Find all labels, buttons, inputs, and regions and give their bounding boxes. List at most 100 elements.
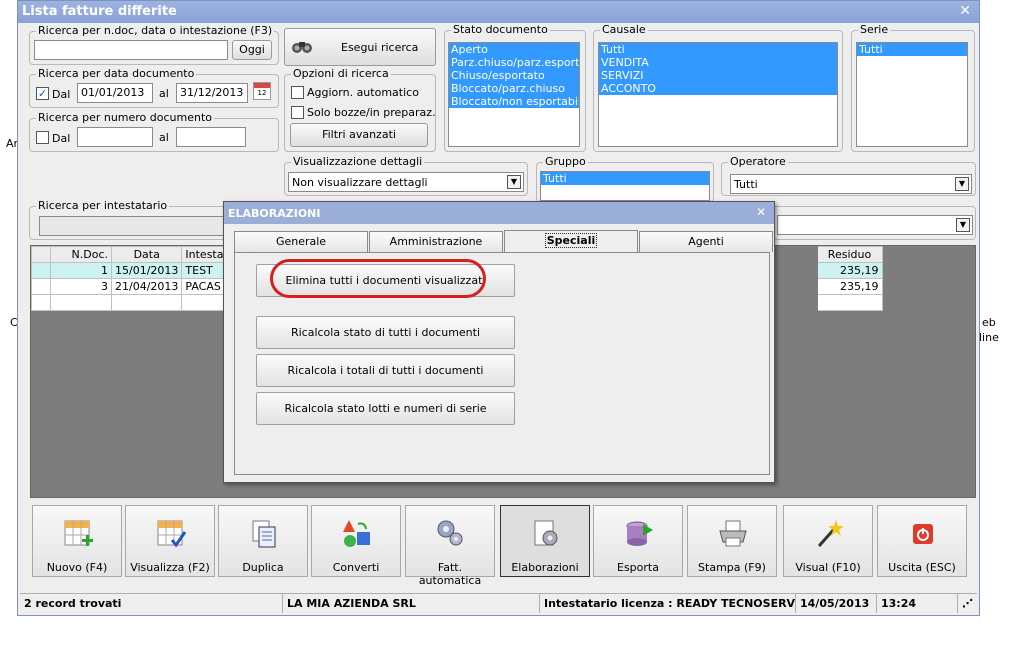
dialog-title: ELABORAZIONI [228, 207, 321, 220]
cell-ndoc[interactable]: 3 [50, 278, 112, 295]
cell-residuo[interactable]: 235,19 [816, 278, 883, 295]
visual-button-label: Visual (F10) [795, 561, 861, 574]
drafts-only-label: Solo bozze/in preparaz. [307, 106, 436, 119]
operatore-legend: Operatore [728, 155, 788, 168]
close-icon[interactable]: ✕ [756, 205, 766, 219]
serie-group: Serie Tutti [851, 23, 975, 152]
column-header-data[interactable]: Data [110, 246, 183, 263]
auto-update-checkbox[interactable] [291, 86, 304, 99]
window-titlebar: Lista fatture differite ✕ [18, 1, 979, 23]
duplicate-button-label: Duplica [242, 561, 284, 574]
cell-intestatario[interactable]: PACAS [181, 278, 228, 295]
convert-button-label: Converti [332, 561, 380, 574]
search-ndoc-input[interactable] [34, 40, 228, 60]
list-item[interactable]: SERVIZI [599, 69, 837, 82]
view-button-label: Visualizza (F2) [130, 561, 210, 574]
gruppo-listbox[interactable]: Tutti [540, 171, 710, 201]
execute-search-button[interactable]: Esegui ricerca [284, 28, 436, 66]
tab-generale[interactable]: Generale [234, 231, 368, 252]
cell-intestatario[interactable] [181, 294, 228, 311]
process-icon [534, 520, 558, 546]
cell-ndoc[interactable] [50, 294, 112, 311]
chevron-down-icon[interactable]: ▼ [507, 175, 521, 189]
list-item[interactable]: Parz.chiuso/parz.esportato [449, 56, 579, 69]
window-title: Lista fatture differite [22, 4, 177, 19]
status-time: 13:24 [876, 594, 957, 613]
execute-search-label: Esegui ricerca [341, 41, 419, 54]
exit-button[interactable]: Uscita (ESC) [877, 505, 967, 577]
stato-documento-legend: Stato documento [451, 23, 550, 36]
resize-grip-icon[interactable]: ⋰ [957, 594, 977, 613]
visual-button[interactable]: Visual (F10) [783, 505, 873, 577]
chevron-down-icon[interactable]: ▼ [955, 177, 969, 191]
date-from-checkbox[interactable]: ✓ [36, 87, 49, 100]
close-icon[interactable]: ✕ [959, 3, 971, 19]
stato-documento-listbox[interactable]: Aperto Parz.chiuso/parz.esportato Chiuso… [448, 42, 580, 147]
recalc-totals-button[interactable]: Ricalcola i totali di tutti i documenti [256, 354, 515, 387]
operatore-select[interactable]: Tutti ▼ [730, 174, 972, 194]
date-from-input[interactable]: 01/01/2013 [77, 83, 153, 103]
auto-invoice-button[interactable]: Fatt. automatica [405, 505, 495, 587]
causale-listbox[interactable]: Tutti VENDITA SERVIZI ACCONTO [598, 42, 838, 147]
column-header-ndoc[interactable]: N.Doc. [50, 246, 112, 263]
list-item[interactable]: Aperto [449, 43, 579, 56]
dialog-titlebar: ELABORAZIONI ✕ [224, 202, 774, 224]
search-options-legend: Opzioni di ricerca [291, 67, 391, 80]
calendar-icon[interactable]: 12 [253, 82, 271, 100]
search-intestatario-input[interactable] [39, 216, 229, 236]
gruppo-legend: Gruppo [543, 155, 588, 168]
search-intestatario-select[interactable]: ▼ [777, 215, 973, 235]
column-header-residuo[interactable]: Residuo [816, 246, 883, 263]
cell-ndoc[interactable]: 1 [50, 262, 112, 279]
cell-residuo[interactable]: 235,19 [816, 262, 883, 279]
column-header-intestatario[interactable]: Intesta [181, 246, 228, 263]
visualizzazione-group: Visualizzazione dettagli Non visualizzar… [284, 155, 528, 196]
convert-button[interactable]: Converti [311, 505, 401, 577]
recalc-status-button[interactable]: Ricalcola stato di tutti i documenti [256, 316, 515, 349]
list-item[interactable]: Tutti [857, 43, 967, 56]
list-item[interactable]: Bloccato/parz.chiuso [449, 82, 579, 95]
cell-data[interactable]: 21/04/2013 [110, 278, 183, 295]
list-item[interactable]: VENDITA [599, 56, 837, 69]
chevron-down-icon[interactable]: ▼ [956, 218, 970, 232]
list-item[interactable]: Chiuso/esportato [449, 69, 579, 82]
view-button[interactable]: Visualizza (F2) [125, 505, 215, 577]
auto-invoice-button-label: Fatt. automatica [418, 561, 482, 587]
date-al-label: al [159, 87, 169, 100]
list-item[interactable]: ACCONTO [599, 82, 837, 95]
recalc-lots-button[interactable]: Ricalcola stato lotti e numeri di serie [256, 392, 515, 425]
search-date-legend: Ricerca per data documento [36, 67, 197, 80]
export-button[interactable]: Esporta [593, 505, 683, 577]
printer-icon [719, 520, 747, 547]
today-button[interactable]: Oggi [232, 40, 272, 60]
status-records: 2 record trovati [24, 597, 122, 610]
visualizzazione-select[interactable]: Non visualizzare dettagli ▼ [288, 172, 524, 192]
view-doc-icon [157, 520, 187, 548]
list-item[interactable]: Tutti [541, 172, 709, 185]
convert-icon [343, 520, 370, 547]
serie-listbox[interactable]: Tutti [856, 42, 968, 147]
gruppo-group: Gruppo Tutti [536, 155, 714, 202]
number-to-input[interactable] [176, 127, 246, 147]
print-button[interactable]: Stampa (F9) [687, 505, 777, 577]
processing-button[interactable]: Elaborazioni [500, 505, 590, 577]
new-button[interactable]: Nuovo (F4) [32, 505, 122, 577]
tab-agenti[interactable]: Agenti [639, 231, 773, 252]
tab-amministrazione[interactable]: Amministrazione [369, 231, 503, 252]
row-indicator [31, 294, 51, 311]
cell-residuo[interactable] [816, 294, 883, 311]
number-from-checkbox[interactable] [36, 131, 49, 144]
cell-intestatario[interactable]: TEST [181, 262, 228, 279]
list-item[interactable]: Tutti [599, 43, 837, 56]
advanced-filters-button[interactable]: Filtri avanzati [290, 123, 428, 147]
status-license: Intestatario licenza : READY TECNOSERVIC… [539, 594, 795, 613]
cell-data[interactable] [110, 294, 183, 311]
list-item[interactable]: Bloccato/non esportabile [449, 95, 579, 108]
drafts-only-checkbox[interactable] [291, 106, 304, 119]
tab-speciali[interactable]: Speciali [504, 230, 638, 253]
cell-data[interactable]: 15/01/2013 [110, 262, 183, 279]
binoculars-icon [292, 42, 312, 53]
date-to-input[interactable]: 31/12/2013 [176, 83, 248, 103]
number-from-input[interactable] [77, 127, 153, 147]
duplicate-button[interactable]: Duplica [218, 505, 308, 577]
